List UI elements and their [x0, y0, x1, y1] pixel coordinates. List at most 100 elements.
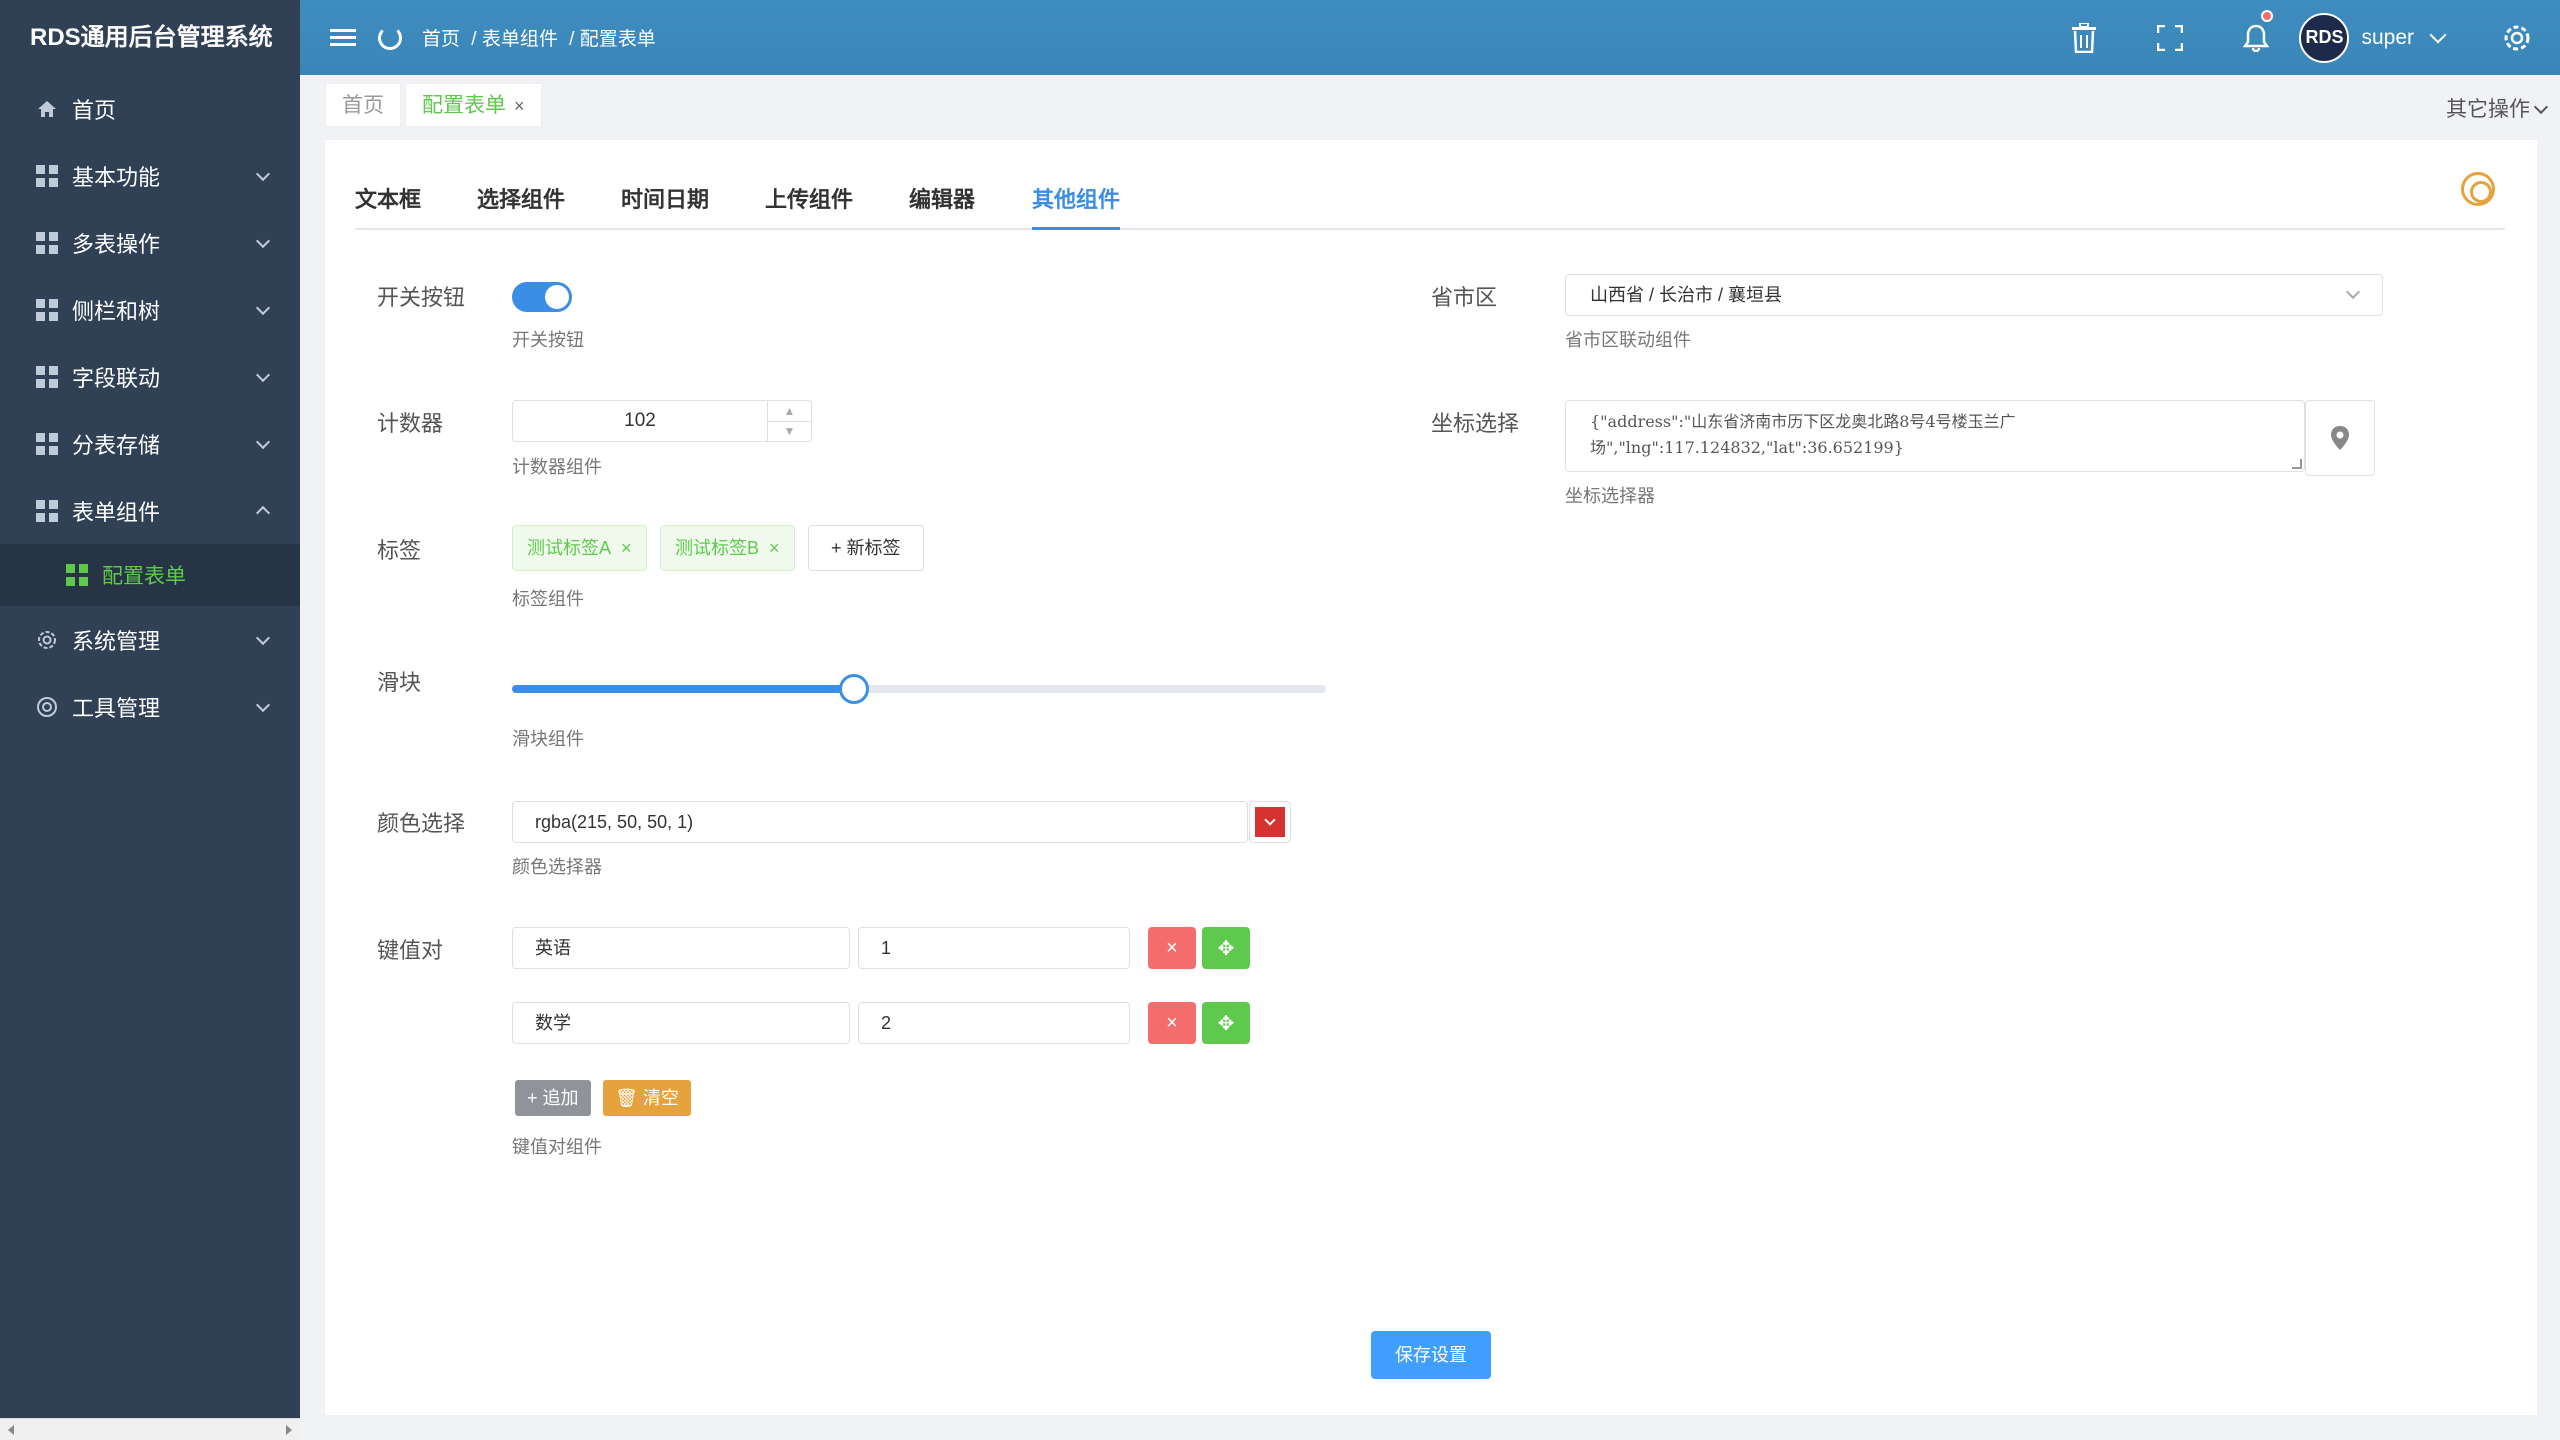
kv-value-input[interactable]: 2 — [858, 1002, 1130, 1044]
sidebar-subitem-config-form[interactable]: 配置表单 — [0, 544, 300, 606]
bell-icon[interactable] — [2213, 0, 2299, 75]
page-tab-label: 配置表单 — [422, 94, 506, 117]
tab-other[interactable]: 其他组件 — [1032, 175, 1121, 230]
tag-text: 测试标签B — [675, 538, 760, 558]
kv-value-input[interactable]: 1 — [858, 927, 1130, 969]
close-icon[interactable]: × — [621, 538, 632, 558]
region-value: 山西省 / 长治市 / 襄垣县 — [1590, 285, 1783, 305]
chevron-down-icon — [1264, 814, 1276, 826]
color-picker-trigger[interactable] — [1249, 801, 1291, 843]
close-icon[interactable]: × — [769, 538, 780, 558]
chevron-down-icon — [255, 300, 271, 315]
kv-move-button[interactable]: ✥ — [1202, 1002, 1250, 1044]
toggle-switch[interactable] — [512, 282, 572, 312]
trash-icon[interactable] — [2041, 0, 2127, 75]
settings-gear-icon[interactable] — [2474, 0, 2560, 75]
gear-icon — [36, 629, 58, 651]
kv-label: 键值对 — [377, 938, 444, 963]
sidebar-item-basic[interactable]: 基本功能 — [0, 142, 300, 209]
slider-handle[interactable] — [838, 674, 869, 704]
slider-hint: 滑块组件 — [512, 729, 584, 749]
tab-upload[interactable]: 上传组件 — [765, 175, 853, 230]
chevron-down-icon — [255, 166, 271, 181]
slider-track[interactable] — [512, 674, 1326, 704]
new-tag-button[interactable]: + 新标签 — [808, 525, 924, 571]
tag-item: 测试标签B × — [660, 525, 795, 571]
region-hint: 省市区联动组件 — [1565, 330, 1691, 350]
chevron-down-icon[interactable]: ▼ — [768, 422, 811, 442]
kv-move-button[interactable]: ✥ — [1202, 927, 1250, 969]
sidebar-item-tools[interactable]: 工具管理 — [0, 673, 300, 740]
map-pin-icon — [2331, 426, 2349, 450]
sidebar-item-label: 侧栏和树 — [72, 298, 161, 324]
sidebar-item-label: 多表操作 — [72, 231, 161, 257]
kv-key-input[interactable]: 英语 — [512, 927, 850, 969]
app-logo-title: RDS通用后台管理系统 — [30, 24, 273, 51]
sidebar-item-home[interactable]: 首页 — [0, 75, 300, 142]
breadcrumb-item[interactable]: 首页 — [422, 29, 460, 50]
close-icon[interactable]: × — [514, 96, 525, 116]
slider-label: 滑块 — [377, 670, 422, 695]
tab-datetime[interactable]: 时间日期 — [621, 175, 709, 230]
kv-clear-button[interactable]: 🗑 清空 — [603, 1080, 691, 1116]
username: super — [2361, 25, 2414, 49]
chevron-down-icon — [2429, 26, 2447, 43]
counter-value[interactable]: 102 — [513, 401, 767, 441]
refresh-icon[interactable] — [378, 25, 402, 50]
tab-textbox[interactable]: 文本框 — [355, 175, 421, 230]
fullscreen-icon[interactable] — [2127, 0, 2213, 75]
save-settings-button[interactable]: 保存设置 — [1371, 1331, 1491, 1379]
kv-append-button[interactable]: + 追加 — [515, 1080, 591, 1116]
breadcrumb-item[interactable]: / 表单组件 — [471, 29, 558, 50]
avatar: RDS — [2299, 12, 2350, 63]
page-tabs-bar: 首页 配置表单 × 其它操作 — [300, 75, 2560, 135]
sidebar-item-field-link[interactable]: 字段联动 — [0, 343, 300, 410]
sidebar-horizontal-scrollbar[interactable] — [0, 1418, 300, 1440]
home-icon — [36, 98, 58, 120]
resize-handle[interactable] — [2292, 459, 2302, 469]
page-tab-label: 首页 — [342, 94, 384, 117]
chevron-up-icon[interactable]: ▲ — [768, 401, 811, 422]
chevron-down-icon — [255, 233, 271, 248]
chevron-up-icon — [255, 505, 271, 520]
color-input[interactable]: rgba(215, 50, 50, 1) — [512, 801, 1248, 843]
page-tab-home[interactable]: 首页 — [325, 83, 401, 127]
tag-item: 测试标签A × — [512, 525, 647, 571]
chevron-down-icon — [2533, 99, 2549, 115]
lifebuoy-icon — [36, 696, 58, 718]
main-card: 文本框 选择组件 时间日期 上传组件 编辑器 其他组件 开关按钮 开关按钮 计数… — [325, 140, 2537, 1415]
tab-select[interactable]: 选择组件 — [477, 175, 565, 230]
kv-key-input[interactable]: 数学 — [512, 1002, 850, 1044]
region-label: 省市区 — [1431, 285, 1498, 310]
switch-hint: 开关按钮 — [512, 330, 584, 350]
coord-hint: 坐标选择器 — [1565, 486, 1655, 506]
region-select[interactable]: 山西省 / 长治市 / 襄垣县 — [1565, 274, 2383, 316]
color-hint: 颜色选择器 — [512, 857, 602, 877]
sidebar-item-sidebar-tree[interactable]: 侧栏和树 — [0, 276, 300, 343]
lifebuoy-icon[interactable] — [2461, 172, 2495, 206]
user-menu[interactable]: RDS super — [2299, 12, 2447, 63]
page-tab-config-form[interactable]: 配置表单 × — [405, 83, 542, 127]
sidebar-item-system[interactable]: 系统管理 — [0, 606, 300, 673]
chevron-down-icon — [2345, 284, 2361, 300]
kv-remove-button[interactable]: × — [1148, 927, 1196, 969]
sidebar-item-label: 字段联动 — [72, 365, 161, 391]
color-swatch — [1255, 807, 1285, 837]
chevron-down-icon — [255, 630, 271, 645]
sidebar-item-form-components[interactable]: 表单组件 — [0, 477, 300, 544]
tab-editor[interactable]: 编辑器 — [909, 175, 975, 230]
hamburger-menu-icon[interactable] — [330, 25, 356, 50]
other-operations-dropdown[interactable]: 其它操作 — [2446, 93, 2549, 123]
scroll-left-arrow-icon[interactable] — [8, 1425, 14, 1435]
sidebar-item-split-storage[interactable]: 分表存储 — [0, 410, 300, 477]
sidebar-item-multi-table[interactable]: 多表操作 — [0, 209, 300, 276]
slider-fill — [512, 685, 854, 693]
map-pin-button[interactable] — [2305, 400, 2375, 476]
coord-textarea[interactable]: {"address":"山东省济南市历下区龙奥北路8号4号楼玉兰广 场","ln… — [1565, 400, 2305, 472]
counter-stepper[interactable]: 102 ▲ ▼ — [512, 400, 812, 442]
kv-remove-button[interactable]: × — [1148, 1002, 1196, 1044]
coord-label: 坐标选择 — [1431, 411, 1520, 436]
sidebar-item-label: 首页 — [72, 97, 117, 123]
grid-icon — [36, 164, 58, 187]
scroll-right-arrow-icon[interactable] — [286, 1425, 292, 1435]
